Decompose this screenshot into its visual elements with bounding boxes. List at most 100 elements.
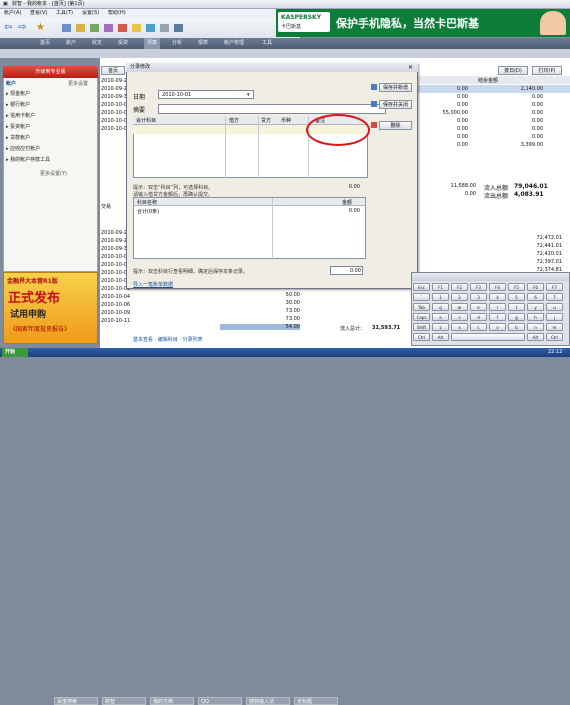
ledger-tab-home[interactable]: 首页 [101,66,125,75]
detail-grid[interactable]: 科目名称 金额 合计(0条) 0.00 [133,197,366,260]
sidebar-item-credit[interactable]: ▸ 信用卡帐户 [6,112,94,121]
start-button[interactable]: 开始 [2,348,28,357]
table-row[interactable]: 2010-10-09 [101,310,130,316]
upgrade-button[interactable]: 升级到专业版 [3,66,98,78]
view-dropdown-label[interactable]: 按日(D) [498,66,528,75]
promo-banner[interactable]: 金融界大本营R1版 正式发布 试用申购 《国家年度投资报告》 [3,272,98,344]
summary-input[interactable] [158,104,386,114]
key[interactable]: F7 [546,283,563,291]
tab-home[interactable]: 首页 [40,38,50,49]
key[interactable]: u [546,303,563,311]
key[interactable]: 5 [508,293,525,301]
key[interactable]: a [432,313,449,321]
tab-reports[interactable]: 报表 [198,38,208,49]
space-key[interactable] [451,333,525,341]
taskbar-item-ime[interactable]: 搜狗输入法 [246,696,290,705]
sidebar-item-cash[interactable]: ▸ 现金帐户 [6,90,94,99]
key[interactable]: 2 [451,293,468,301]
chevron-down-icon[interactable]: ▾ [247,91,250,99]
close-icon[interactable]: ✕ [408,63,413,72]
key[interactable]: s [451,313,468,321]
taskbar-item-untitled[interactable]: 无标题 [294,696,338,705]
key[interactable]: z [432,323,449,331]
key[interactable]: Esc [413,283,430,291]
key[interactable]: q [432,303,449,311]
book-icon[interactable] [90,24,99,32]
key[interactable]: w [451,303,468,311]
ad-banner[interactable]: KASPERSKY 卡巴斯基 保护手机隐私，当然卡巴斯基 [276,9,570,37]
tab-tools[interactable]: 工具 [262,38,272,49]
dialog-footer[interactable]: 基本查看 · 编辑科目 · 分录列表 [133,336,203,343]
key[interactable]: F2 [451,283,468,291]
table-row[interactable]: 0.00 3,399.00 [418,141,570,149]
table-row[interactable]: 2010-10-11 [101,318,130,324]
save-new-button[interactable]: 保存并新增 [379,83,412,92]
key[interactable]: v [489,323,506,331]
key[interactable]: x [451,323,468,331]
menu-item-account[interactable]: 账户(A) [4,10,21,17]
tab-income[interactable]: 收支 [92,38,102,49]
key[interactable]: c [470,323,487,331]
table-row[interactable]: 0.00 0.00 [418,93,570,101]
calendar-icon[interactable] [118,24,127,32]
table-row[interactable]: 55,000.00 0.00 [418,109,570,117]
key[interactable]: n [527,323,544,331]
forward-arrow-icon[interactable]: ⇨ [18,22,26,33]
report-icon[interactable] [104,24,113,32]
date-field[interactable]: 2010-10-01 ▾ [158,90,254,99]
key[interactable]: h [527,313,544,321]
taskbar-item-baidu[interactable]: 百度搜索 [54,696,98,705]
key[interactable]: ` [413,293,430,301]
home-icon[interactable] [62,24,71,32]
table-row[interactable]: 0.00 0.00 [418,101,570,109]
menu-item-tools[interactable]: 工具(T) [56,10,73,17]
key[interactable]: 4 [489,293,506,301]
key[interactable]: f [489,313,506,321]
ledger-tab-trade[interactable]: 交易 [101,203,111,210]
key[interactable]: Caps [413,313,430,321]
table-row[interactable]: 2010-10-06 [101,302,130,308]
chart-icon[interactable] [146,24,155,32]
sidebar-more-link[interactable]: 更多设置 [68,80,88,87]
tab-account-manage[interactable]: 帐户管理 [224,38,244,49]
table-row[interactable]: 2010-10-04 [101,294,130,300]
key[interactable]: Ctrl [413,333,430,341]
folder-icon[interactable] [76,24,85,32]
menu-item-help[interactable]: 帮助(H) [108,10,126,17]
key[interactable]: Alt [432,333,449,341]
key[interactable]: j [546,313,563,321]
key[interactable]: Tab [413,303,430,311]
note-icon[interactable] [132,24,141,32]
key[interactable]: F1 [432,283,449,291]
sidebar-item-bank[interactable]: ▸ 银行帐户 [6,101,94,110]
key[interactable]: Alt [527,333,544,341]
delete-button[interactable]: 删除 [379,121,412,130]
sidebar-footer-link[interactable]: 更多设置(Y) [40,170,67,177]
tab-budget[interactable]: 预算 [144,38,161,49]
key[interactable]: r [489,303,506,311]
taskbar-item-qq[interactable]: QQ [198,696,242,705]
taskbar-item-caizhi[interactable]: 财智 [102,696,146,705]
key[interactable]: F4 [489,283,506,291]
key[interactable]: F6 [527,283,544,291]
key[interactable]: Ctrl [546,333,563,341]
key[interactable]: y [527,303,544,311]
table-row[interactable]: 0.00 0.00 [418,125,570,133]
save-close-button[interactable]: 保存并关闭 [379,100,412,109]
gear-icon[interactable] [160,24,169,32]
key[interactable]: 6 [527,293,544,301]
taskbar-item-docs[interactable]: 我的文档 [150,696,194,705]
table-row[interactable]: 0.00 0.00 [418,117,570,125]
key[interactable]: F5 [508,283,525,291]
back-arrow-icon[interactable]: ⇦ [4,22,12,33]
amount3-field[interactable]: 0.00 [330,266,363,275]
sidebar-item-receivable[interactable]: ▸ 应收应付帐户 [6,145,94,154]
view-dropdown[interactable]: 按日(D) [498,66,528,75]
table-row[interactable]: 0.00 0.00 [418,133,570,141]
print-dropdown[interactable]: 打印(P) [532,66,562,75]
key[interactable]: e [470,303,487,311]
tab-invest[interactable]: 投资 [118,38,128,49]
key[interactable]: 3 [470,293,487,301]
key[interactable]: m [546,323,563,331]
tab-analysis[interactable]: 分析 [172,38,182,49]
